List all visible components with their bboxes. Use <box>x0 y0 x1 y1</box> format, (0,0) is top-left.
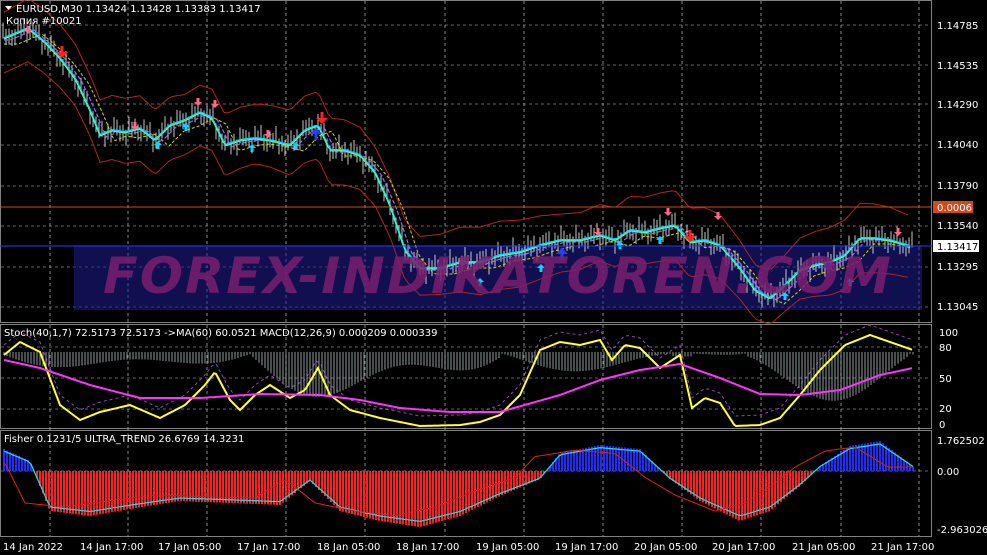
time-axis: 14 Jan 2022 14 Jan 17:00 17 Jan 05:00 17… <box>3 542 934 553</box>
price-tick: 1.13540 <box>937 221 978 232</box>
arrow-down-icon <box>264 130 272 138</box>
price-tick: 1.13790 <box>937 181 978 192</box>
stoch-tick: 0 <box>939 420 945 431</box>
time-label: 19 Jan 05:00 <box>476 542 539 553</box>
ultra-trend-cyan <box>3 443 914 522</box>
current-price-badge-text: 1.13417 <box>937 242 978 253</box>
time-label: 21 Jan 17:00 <box>871 542 934 553</box>
fisher-header: Fisher 0.1231/5 ULTRA_TREND 26.6769 14.3… <box>4 434 244 445</box>
ultra-trend-red <box>3 446 913 517</box>
fisher-axis: 1.762502 0.00 -2.963026 <box>937 436 987 536</box>
fisher-plot <box>3 441 914 527</box>
watermark-text: FOREX-INDIKATOREN.COM <box>103 247 893 305</box>
fisher-tick: 1.762502 <box>937 436 985 447</box>
arrow-down-icon <box>664 208 672 216</box>
arrow-down-icon <box>714 212 722 220</box>
stoch-macd-header: Stoch(40,1,7) 72.5173 72.5173 ->MA(60) 6… <box>4 328 438 339</box>
arrow-down-icon <box>24 26 32 34</box>
time-label: 14 Jan 2022 <box>3 542 63 553</box>
time-label: 17 Jan 17:00 <box>237 542 300 553</box>
time-label: 19 Jan 17:00 <box>555 542 618 553</box>
stoch-axis: 100 80 50 20 0 <box>939 328 958 431</box>
stoch-tick: 80 <box>939 343 952 354</box>
price-tick: 1.13295 <box>937 262 978 273</box>
symbol-info: EURUSD,M30 1.13424 1.13428 1.13383 1.134… <box>16 4 261 15</box>
stoch-tick: 100 <box>939 328 958 339</box>
time-label: 21 Jan 05:00 <box>792 542 855 553</box>
copy-label: Копия #10021 <box>6 16 82 27</box>
chart-canvas[interactable]: FOREX-INDIKATOREN.COM EURUSD,M30 1.13424… <box>0 0 987 555</box>
price-tick: 1.14785 <box>937 21 978 32</box>
orange-level-badge-text: 0.0006 <box>937 203 972 214</box>
arrow-down-icon <box>194 98 202 106</box>
time-label: 18 Jan 05:00 <box>317 542 380 553</box>
macd-signal-line <box>3 325 913 417</box>
fisher-tick: -2.963026 <box>937 525 987 536</box>
stoch-ma-line <box>3 359 913 413</box>
price-tick: 1.14290 <box>937 100 978 111</box>
arrow-up-icon <box>154 141 162 149</box>
time-label: 17 Jan 05:00 <box>158 542 221 553</box>
symbol-header: EURUSD,M30 1.13424 1.13428 1.13383 1.134… <box>5 4 261 27</box>
price-tick: 1.14040 <box>937 140 978 151</box>
stoch-tick: 20 <box>939 404 952 415</box>
price-tick: 1.14535 <box>937 61 978 72</box>
price-tick: 1.13045 <box>937 302 978 313</box>
price-axis: 1.14785 1.14535 1.14290 1.14040 1.13790 … <box>937 21 978 313</box>
fisher-tick: 0.00 <box>937 467 959 478</box>
time-label: 14 Jan 17:00 <box>80 542 143 553</box>
stoch-tick: 50 <box>939 374 952 385</box>
time-label: 18 Jan 17:00 <box>396 542 459 553</box>
stoch-macd-plot <box>3 325 914 428</box>
arrow-down-icon <box>894 228 902 236</box>
bb-upper <box>3 0 909 271</box>
time-label: 20 Jan 05:00 <box>634 542 697 553</box>
time-label: 20 Jan 17:00 <box>712 542 775 553</box>
